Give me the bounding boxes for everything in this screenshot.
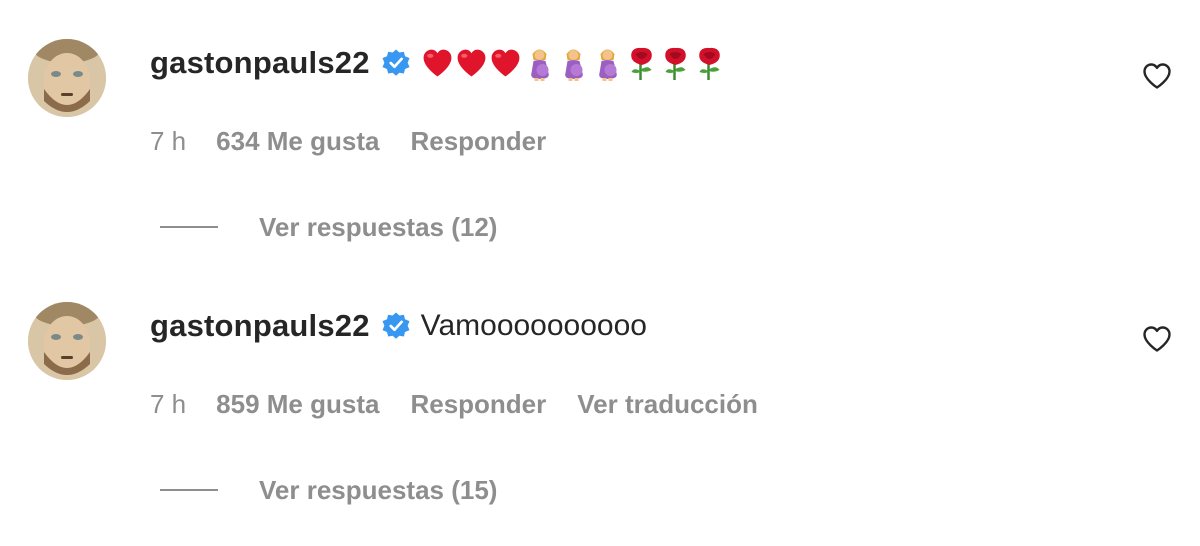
verified-badge-icon bbox=[381, 48, 411, 78]
comment-meta: 7 h 859 Me gusta Responder Ver traducció… bbox=[150, 384, 789, 424]
heart-outline-icon[interactable] bbox=[1142, 62, 1172, 90]
view-replies-label: Ver respuestas (12) bbox=[259, 211, 498, 242]
reply-button[interactable]: Responder bbox=[410, 389, 546, 420]
username[interactable]: gastonpauls22 bbox=[150, 45, 370, 81]
rose-icon bbox=[698, 47, 720, 80]
view-replies-label: Ver respuestas (15) bbox=[259, 474, 498, 505]
comment-text: Vamoooooooooo bbox=[420, 309, 647, 342]
comment-emojis bbox=[421, 45, 727, 81]
reply-button[interactable]: Responder bbox=[410, 126, 546, 157]
pregnant-woman-icon bbox=[564, 49, 583, 81]
comment-header: gastonpauls22 bbox=[150, 40, 727, 86]
comment-item: gastonpauls22 Vamoooooooooo 7 h 859 Me g… bbox=[0, 263, 1200, 526]
view-replies-button[interactable]: Ver respuestas (12) bbox=[160, 207, 497, 247]
likes-count-button[interactable]: 634 Me gusta bbox=[216, 126, 379, 157]
replies-divider bbox=[160, 226, 218, 228]
replies-divider bbox=[160, 489, 218, 491]
avatar[interactable] bbox=[28, 39, 106, 117]
pregnant-woman-icon bbox=[598, 49, 617, 81]
comment-time: 7 h bbox=[150, 125, 187, 156]
avatar[interactable] bbox=[28, 302, 106, 380]
comment-header: gastonpauls22 Vamoooooooooo bbox=[150, 303, 647, 349]
comment-time: 7 h bbox=[150, 388, 187, 419]
avatar-image bbox=[28, 302, 106, 380]
see-translation-button[interactable]: Ver traducción bbox=[577, 389, 758, 420]
rose-icon bbox=[664, 47, 686, 80]
pregnant-woman-icon bbox=[530, 49, 549, 81]
view-replies-button[interactable]: Ver respuestas (15) bbox=[160, 470, 497, 510]
verified-badge-icon bbox=[381, 311, 411, 341]
red-heart-icon bbox=[423, 49, 452, 77]
red-heart-icon bbox=[491, 49, 520, 77]
comment-item: gastonpauls22 7 h 634 Me gusta Responder… bbox=[0, 0, 1200, 263]
rose-icon bbox=[630, 47, 652, 80]
likes-count-button[interactable]: 859 Me gusta bbox=[216, 389, 379, 420]
avatar-image bbox=[28, 39, 106, 117]
comment-meta: 7 h 634 Me gusta Responder bbox=[150, 121, 577, 161]
username[interactable]: gastonpauls22 bbox=[150, 308, 370, 344]
red-heart-icon bbox=[457, 49, 486, 77]
heart-outline-icon[interactable] bbox=[1142, 325, 1172, 353]
